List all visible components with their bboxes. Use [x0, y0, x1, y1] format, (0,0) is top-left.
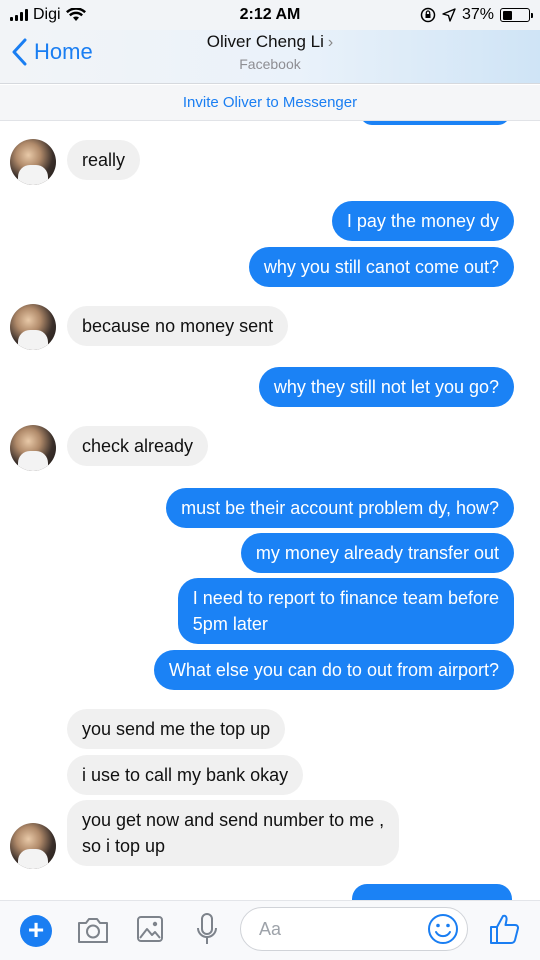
microphone-icon[interactable]	[195, 912, 219, 948]
message-bubble: you get now and send number to me , so i…	[67, 800, 400, 866]
message-input[interactable]	[259, 916, 409, 942]
message-list: really I pay the money dy why you still …	[0, 121, 540, 900]
camera-icon[interactable]	[76, 915, 110, 945]
location-icon	[442, 8, 456, 22]
battery-icon	[500, 8, 533, 22]
rotation-lock-icon	[420, 7, 436, 23]
smiley-icon[interactable]	[427, 913, 459, 945]
invite-banner[interactable]: Invite Oliver to Messenger	[0, 85, 540, 121]
plus-icon[interactable]: +	[20, 915, 52, 947]
status-right: 37%	[420, 6, 533, 24]
chevron-right-icon: ›	[327, 34, 334, 51]
message-bubble: my money already transfer out	[240, 533, 514, 573]
message-bubble: really	[67, 140, 141, 180]
contact-title[interactable]: Oliver Cheng Li › Facebook	[0, 32, 540, 72]
thumbs-up-icon[interactable]	[488, 912, 520, 946]
contact-subtitle: Facebook	[239, 56, 301, 72]
message-bubble: why they still not let you go?	[258, 367, 514, 407]
message-bubble: you send me the top up	[67, 709, 286, 749]
signal-icon	[10, 9, 28, 21]
partial-message-bubble	[360, 121, 510, 125]
conversation-header: Home Oliver Cheng Li › Facebook	[0, 30, 540, 84]
message-bubble: I need to report to finance team before …	[177, 578, 514, 644]
partial-message-bubble	[352, 884, 512, 900]
contact-name: Oliver Cheng Li	[206, 32, 324, 51]
message-bubble: why you still canot come out?	[248, 247, 514, 287]
avatar[interactable]	[10, 304, 56, 350]
avatar[interactable]	[10, 823, 56, 869]
message-bubble: because no money sent	[67, 306, 289, 346]
avatar[interactable]	[10, 425, 56, 471]
avatar[interactable]	[10, 139, 56, 185]
message-bubble: I pay the money dy	[331, 201, 514, 241]
status-bar: Digi 2:12 AM 37%	[0, 0, 540, 30]
message-bubble: must be their account problem dy, how?	[166, 488, 514, 528]
composer-bar: +	[0, 900, 540, 960]
message-bubble: What else you can do to out from airport…	[153, 650, 514, 690]
message-bubble: i use to call my bank okay	[67, 755, 304, 795]
carrier-label: Digi	[33, 6, 61, 23]
message-input-box	[240, 907, 468, 951]
message-bubble: check already	[67, 426, 209, 466]
status-left: Digi	[10, 6, 86, 24]
battery-percent: 37%	[461, 6, 494, 23]
image-icon[interactable]	[136, 914, 164, 944]
wifi-icon	[65, 8, 86, 21]
